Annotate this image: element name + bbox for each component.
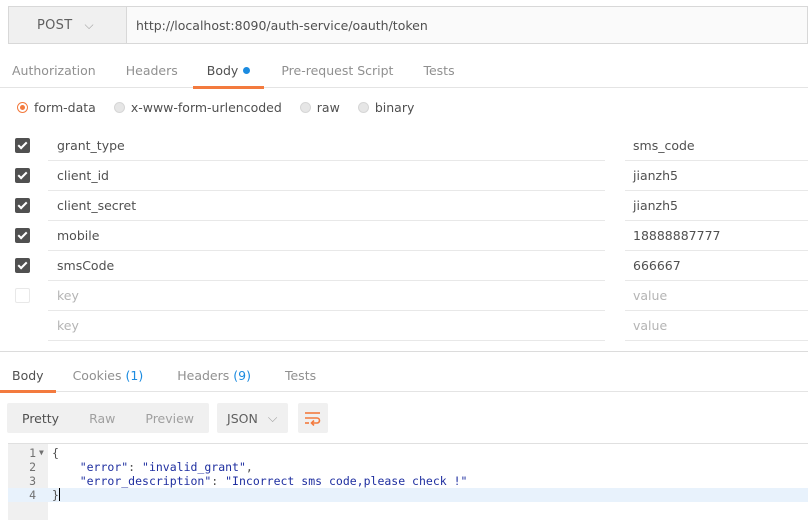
tab-authorization[interactable]: Authorization: [12, 52, 96, 88]
request-tabs: Authorization Headers Body Pre-request S…: [0, 52, 808, 89]
url-text: http://localhost:8090/auth-service/oauth…: [136, 17, 428, 33]
param-key-input[interactable]: grant_type: [48, 131, 605, 161]
checkbox-checked-icon[interactable]: [15, 168, 30, 183]
table-row: key value: [0, 311, 808, 341]
chevron-down-icon: ⌵: [267, 410, 278, 425]
radio-binary[interactable]: binary: [357, 100, 414, 115]
param-value-placeholder[interactable]: value: [625, 281, 808, 311]
response-tab-cookies[interactable]: Cookies (1): [73, 358, 144, 392]
tab-body[interactable]: Body: [192, 52, 264, 89]
table-row: client_secret jianzh5: [0, 191, 808, 221]
url-input[interactable]: http://localhost:8090/auth-service/oauth…: [126, 6, 808, 44]
radio-raw[interactable]: raw: [299, 100, 340, 115]
url-bar: POST ⌵ http://localhost:8090/auth-servic…: [8, 6, 808, 44]
wrap-lines-icon: [305, 412, 321, 426]
response-tab-body[interactable]: Body: [0, 358, 55, 393]
radio-icon: [357, 101, 369, 113]
table-row: key value: [0, 281, 808, 311]
response-toolbar: Pretty Raw Preview JSON ⌵: [7, 403, 329, 433]
radio-selected-icon: [17, 101, 28, 113]
code-line: 2 "error": "invalid_grant",: [29, 460, 253, 474]
headers-count: (9): [233, 367, 251, 383]
param-key-input[interactable]: client_secret: [48, 191, 605, 221]
chevron-down-icon: ⌵: [84, 17, 94, 32]
code-line: 1 ▼ {: [29, 446, 59, 460]
body-type-options: form-data x-www-form-urlencoded raw bina…: [17, 96, 432, 118]
method-label: POST: [37, 17, 73, 33]
format-dropdown[interactable]: JSON ⌵: [217, 403, 289, 433]
checkbox-checked-icon[interactable]: [15, 228, 30, 243]
params-table: grant_type sms_code client_id jianzh5 cl…: [0, 131, 808, 341]
code-line-current: 4 }: [8, 488, 808, 502]
tab-headers[interactable]: Headers: [126, 52, 178, 88]
response-divider[interactable]: [0, 351, 808, 352]
checkbox-checked-icon[interactable]: [15, 198, 30, 213]
table-row: client_id jianzh5: [0, 161, 808, 191]
view-preview-button[interactable]: Preview: [130, 403, 209, 433]
modified-dot-icon: [243, 66, 251, 74]
param-key-input[interactable]: smsCode: [48, 251, 605, 281]
param-value-input[interactable]: 666667: [625, 251, 808, 281]
response-tabs: Body Cookies (1) Headers (9) Tests: [0, 358, 808, 393]
radio-icon: [113, 101, 125, 113]
param-key-input[interactable]: mobile: [48, 221, 605, 251]
checkbox-checked-icon[interactable]: [15, 138, 30, 153]
code-line: 3 "error_description": "Incorrect sms co…: [29, 474, 468, 488]
tab-pre-request-script[interactable]: Pre-request Script: [281, 52, 393, 88]
wrap-lines-button[interactable]: [298, 403, 329, 433]
radio-icon: [299, 101, 311, 113]
table-row: grant_type sms_code: [0, 131, 808, 161]
fold-arrow-icon[interactable]: ▼: [39, 446, 44, 460]
checkbox-empty-icon[interactable]: [15, 288, 30, 303]
response-tab-tests[interactable]: Tests: [285, 358, 316, 392]
param-value-input[interactable]: jianzh5: [625, 161, 808, 191]
response-body-editor[interactable]: 1 ▼ { 2 "error": "invalid_grant", 3 "err…: [8, 443, 808, 520]
param-value-input[interactable]: jianzh5: [625, 191, 808, 221]
table-row: smsCode 666667: [0, 251, 808, 281]
view-raw-button[interactable]: Raw: [74, 403, 130, 433]
method-dropdown[interactable]: POST ⌵: [8, 6, 126, 44]
response-tab-headers[interactable]: Headers (9): [177, 358, 251, 392]
param-value-input[interactable]: sms_code: [625, 131, 808, 161]
view-pretty-button[interactable]: Pretty: [7, 403, 74, 433]
tab-tests[interactable]: Tests: [423, 52, 454, 88]
view-mode-group: Pretty Raw Preview: [7, 403, 210, 433]
table-row: mobile 18888887777: [0, 221, 808, 251]
checkbox-checked-icon[interactable]: [15, 258, 30, 273]
param-key-placeholder[interactable]: key: [48, 311, 605, 341]
param-value-placeholder[interactable]: value: [625, 311, 808, 341]
text-caret: [58, 488, 60, 501]
radio-form-data[interactable]: form-data: [17, 100, 96, 115]
format-label: JSON: [227, 410, 258, 426]
param-key-input[interactable]: client_id: [48, 161, 605, 191]
radio-x-www-form-urlencoded[interactable]: x-www-form-urlencoded: [113, 100, 282, 115]
cookies-count: (1): [125, 367, 144, 383]
param-value-input[interactable]: 18888887777: [625, 221, 808, 251]
param-key-placeholder[interactable]: key: [48, 281, 605, 311]
